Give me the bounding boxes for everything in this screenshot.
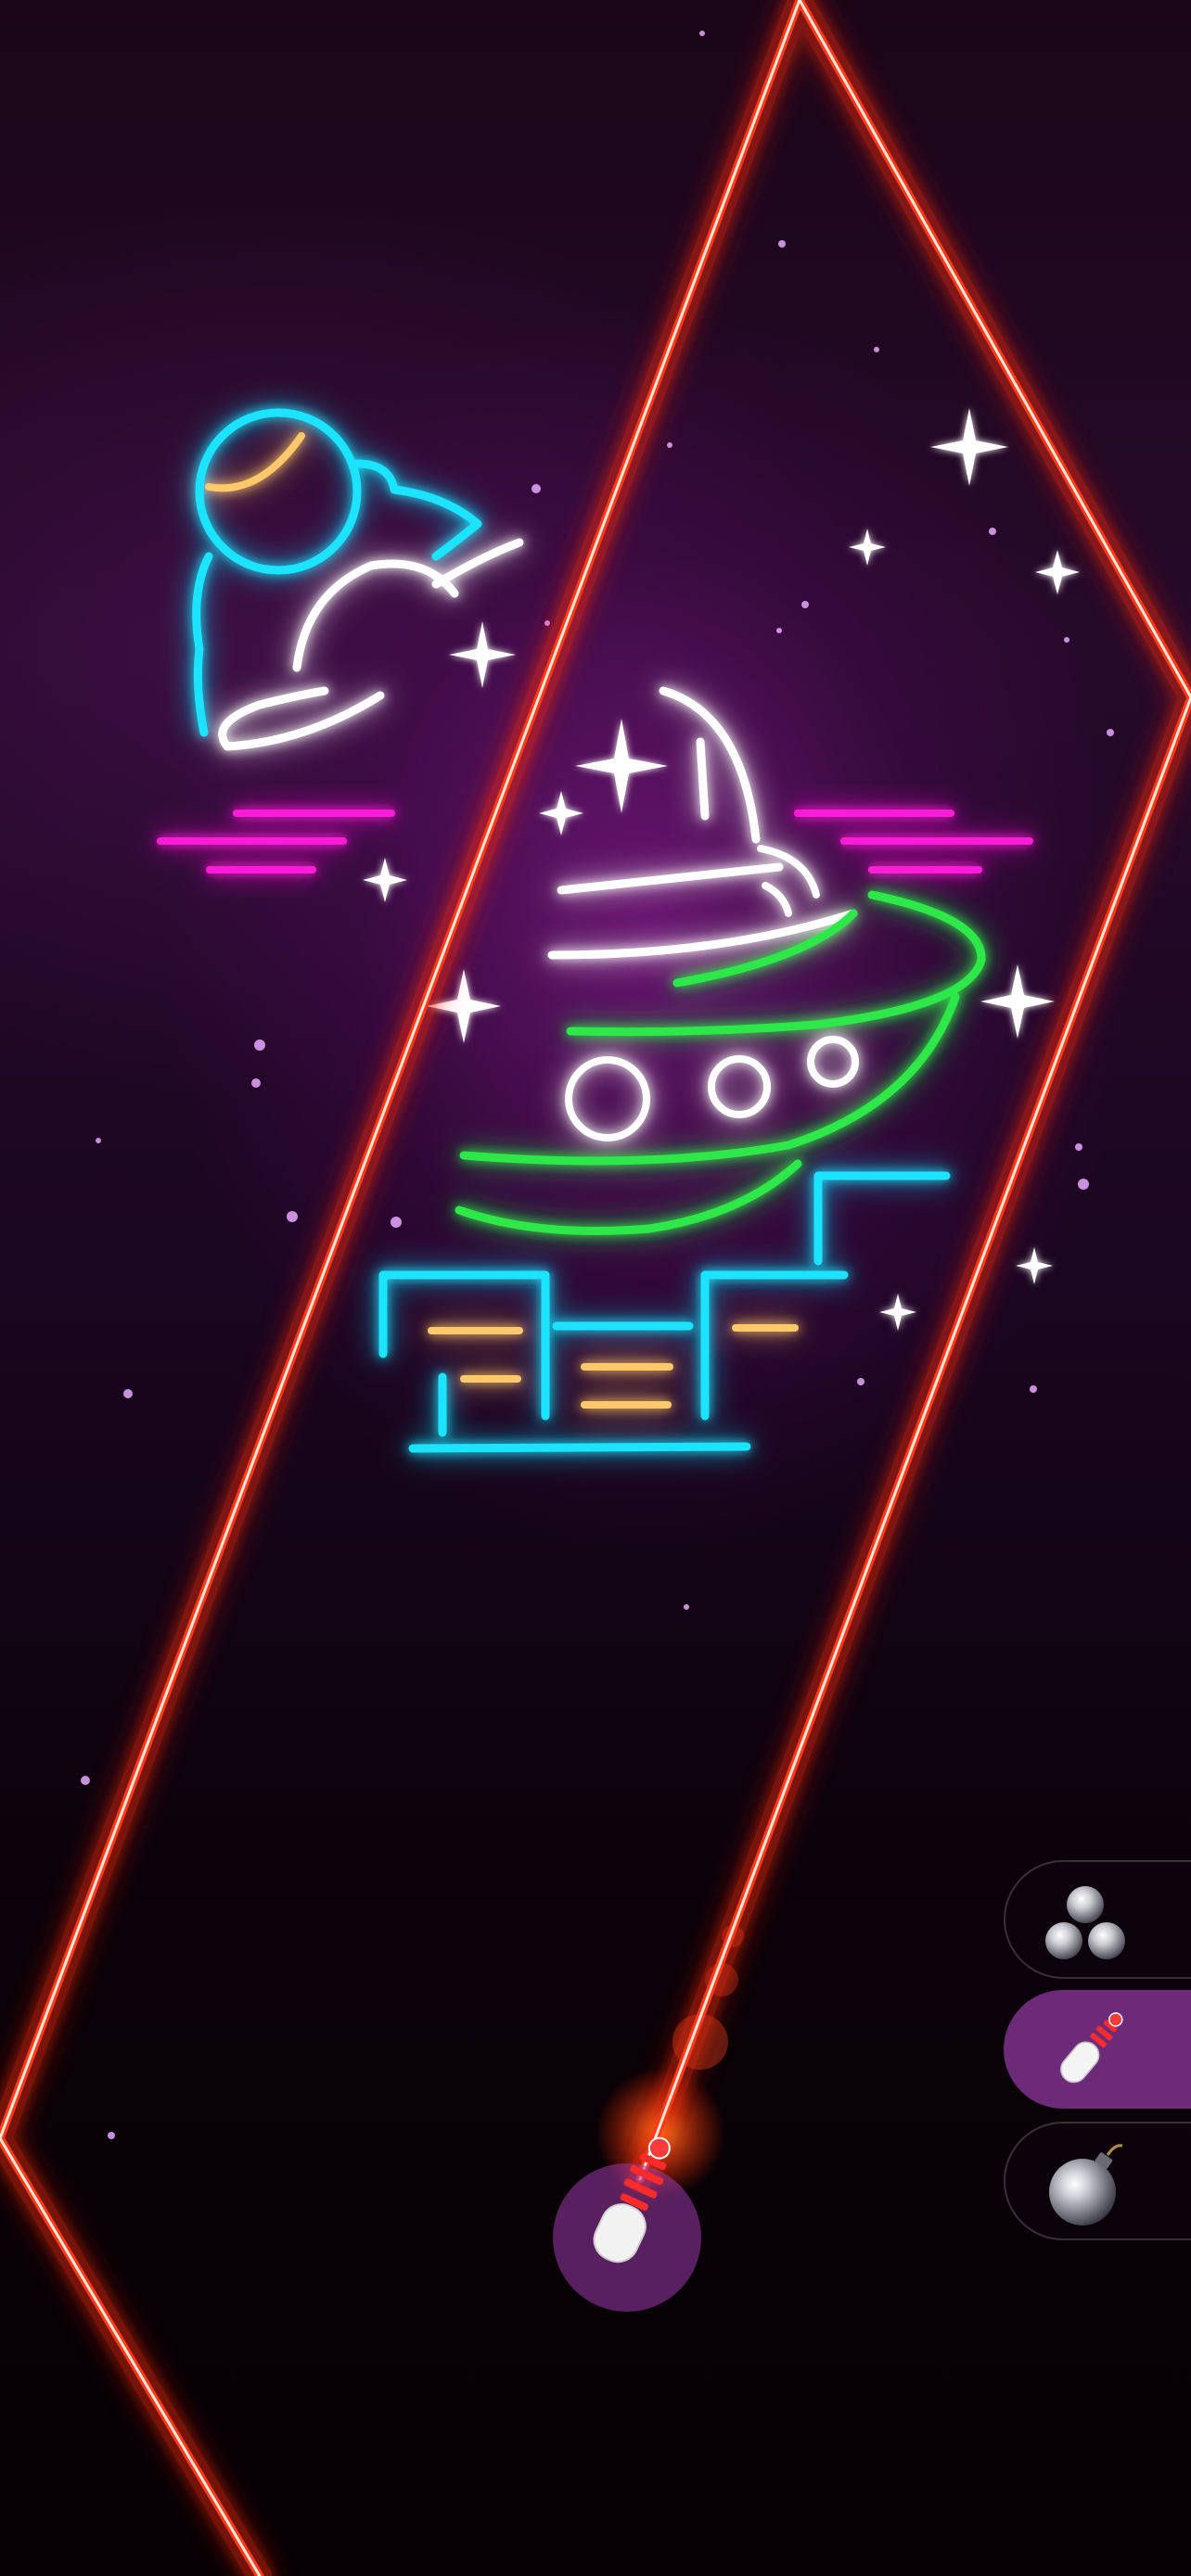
- sparkle-star: [575, 719, 668, 813]
- sparkle-star: [980, 964, 1055, 1039]
- sparkle-star: [1016, 1247, 1053, 1284]
- three-balls-icon: [1045, 1886, 1125, 1959]
- sparkle-star: [930, 408, 1008, 486]
- launcher-plunger-icon: [1060, 2012, 1123, 2084]
- game-stage[interactable]: [0, 0, 1191, 2576]
- sparkle-star: [1035, 550, 1080, 594]
- tool-launcher-button[interactable]: [1004, 1990, 1191, 2109]
- sparkle-star: [363, 858, 407, 902]
- ufo-neon: [455, 686, 986, 1235]
- tool-multiball-button[interactable]: [1004, 1860, 1191, 1979]
- sparkle-star: [449, 621, 516, 688]
- sparkle-star: [849, 529, 886, 566]
- sparkle-star: [879, 1294, 916, 1331]
- dust-particles: [81, 31, 1114, 2139]
- bomb-icon: [1049, 2144, 1123, 2225]
- astronaut-neon: [192, 408, 524, 751]
- sparkle-star: [539, 791, 583, 835]
- tool-bomb-button[interactable]: [1004, 2122, 1191, 2240]
- speed-lines-neon: [157, 810, 1033, 874]
